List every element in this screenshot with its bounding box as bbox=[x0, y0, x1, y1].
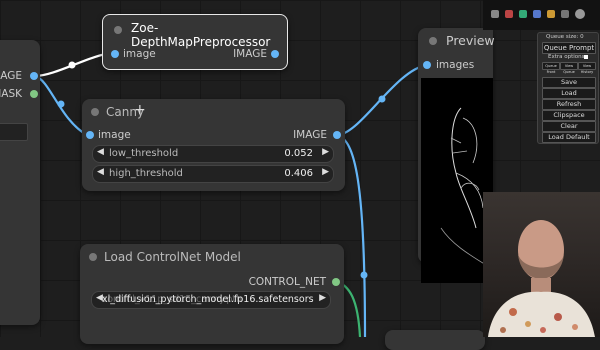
extra-options-checkbox[interactable] bbox=[584, 55, 588, 59]
browser-toolbar bbox=[483, 0, 600, 30]
view-history-button[interactable]: View History bbox=[578, 62, 596, 74]
extension-icon[interactable] bbox=[505, 10, 513, 18]
input-slot-image[interactable] bbox=[86, 131, 94, 139]
increment-arrow-icon[interactable]: ▶ bbox=[322, 147, 329, 157]
output-label-image: IMAGE bbox=[233, 48, 267, 60]
node-title: Zoe-DepthMapPreprocessor bbox=[131, 21, 271, 49]
output-slot-control-net[interactable] bbox=[332, 278, 340, 286]
view-queue-button[interactable]: View Queue bbox=[560, 62, 578, 74]
cursor-crosshair-icon: + bbox=[134, 102, 146, 118]
extension-icon[interactable] bbox=[519, 10, 527, 18]
extension-icon[interactable] bbox=[491, 10, 499, 18]
canny-node[interactable]: Canny + image IMAGE ◀ low_threshold 0.05… bbox=[82, 99, 345, 191]
output-slot-image[interactable] bbox=[30, 72, 38, 80]
node-collapse-dot[interactable] bbox=[91, 108, 99, 116]
decrement-arrow-icon[interactable]: ◀ bbox=[97, 167, 104, 177]
load-button[interactable]: Load bbox=[542, 88, 596, 99]
extension-icon[interactable] bbox=[547, 10, 555, 18]
left-node[interactable]: IMAGE MASK bbox=[0, 40, 40, 325]
increment-arrow-icon[interactable]: ▶ bbox=[322, 167, 329, 177]
output-slot-image[interactable] bbox=[333, 131, 341, 139]
widget-label: low_threshold bbox=[109, 148, 179, 159]
input-slot-images[interactable] bbox=[423, 61, 431, 69]
profile-avatar[interactable] bbox=[575, 9, 585, 19]
output-label-mask: MASK bbox=[0, 88, 22, 100]
presenter-figure bbox=[488, 220, 595, 337]
widget-value: 0.052 bbox=[284, 148, 313, 159]
input-slot-image[interactable] bbox=[111, 50, 119, 58]
left-node-widget[interactable] bbox=[0, 123, 28, 141]
queue-prompt-button[interactable]: Queue Prompt bbox=[542, 42, 596, 54]
high-threshold-widget[interactable]: ◀ high_threshold 0.406 ▶ bbox=[92, 165, 334, 183]
clipspace-button[interactable]: Clipspace bbox=[542, 110, 596, 121]
extension-icon[interactable] bbox=[561, 10, 569, 18]
decrement-arrow-icon[interactable]: ◀ bbox=[97, 147, 104, 157]
load-default-button[interactable]: Load Default bbox=[542, 132, 596, 143]
input-label-image: image bbox=[98, 129, 131, 141]
node-collapse-dot[interactable] bbox=[429, 37, 437, 45]
node-collapse-dot[interactable] bbox=[89, 253, 97, 261]
output-slot-mask[interactable] bbox=[30, 90, 38, 98]
node-collapse-dot[interactable] bbox=[114, 26, 122, 34]
queue-side-panel: Queue size: 0 Queue Prompt Extra options… bbox=[537, 32, 599, 144]
clear-button[interactable]: Clear bbox=[542, 121, 596, 132]
apply-controlnet-node-partial[interactable] bbox=[385, 330, 485, 350]
node-title: Load ControlNet Model bbox=[104, 250, 241, 264]
widget-value: 0.406 bbox=[284, 168, 313, 179]
queue-front-button[interactable]: Queue Front bbox=[542, 62, 560, 74]
preview-image-node[interactable]: Preview images bbox=[418, 28, 495, 283]
webcam-overlay bbox=[483, 192, 600, 337]
increment-arrow-icon[interactable]: ▶ bbox=[319, 293, 326, 303]
input-label-image: image bbox=[123, 48, 156, 60]
input-label-images: images bbox=[436, 59, 475, 71]
extension-icon[interactable] bbox=[533, 10, 541, 18]
node-title: Preview bbox=[446, 33, 495, 48]
output-label-image: IMAGE bbox=[0, 70, 22, 82]
save-button[interactable]: Save bbox=[542, 77, 596, 88]
zoe-depth-node[interactable]: Zoe-DepthMapPreprocessor image IMAGE bbox=[102, 14, 288, 70]
widget-value: xl_diffusion_pytorch_model.fp16.safetens… bbox=[102, 294, 314, 305]
model-select-widget[interactable]: ◀ control_v11p_sd15_canny.pth xl_diffusi… bbox=[91, 291, 331, 309]
output-slot-image[interactable] bbox=[271, 50, 279, 58]
output-label-image: IMAGE bbox=[293, 129, 327, 141]
load-controlnet-node[interactable]: Load ControlNet Model CONTROL_NET ◀ cont… bbox=[80, 244, 344, 344]
output-label-control-net: CONTROL_NET bbox=[248, 276, 326, 288]
low-threshold-widget[interactable]: ◀ low_threshold 0.052 ▶ bbox=[92, 145, 334, 163]
widget-label: high_threshold bbox=[109, 168, 183, 179]
refresh-button[interactable]: Refresh bbox=[542, 99, 596, 110]
queue-size-label: Queue size: 0 bbox=[546, 34, 584, 40]
extra-options-label: Extra options bbox=[548, 54, 585, 60]
